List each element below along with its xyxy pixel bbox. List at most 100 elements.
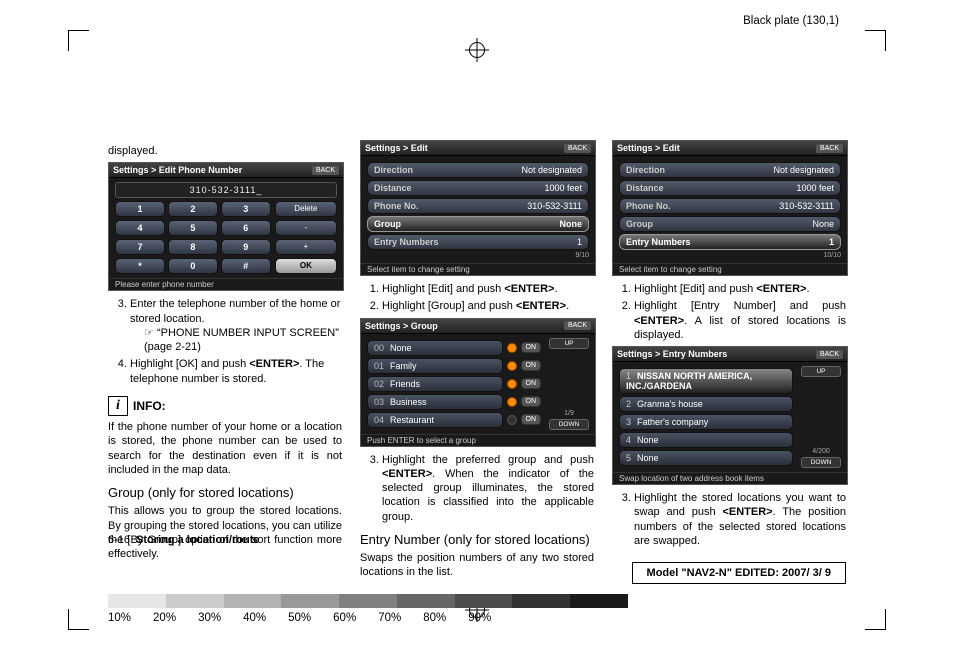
footer: 6-16 Storing a location/route (108, 534, 846, 546)
entry-item-4[interactable]: 4None (619, 432, 793, 448)
percent-labels: 10% 20% 30% 40% 50% 60% 70% 80% 90% (108, 612, 491, 624)
text-displayed: displayed. (108, 144, 342, 158)
indicator-icon (507, 415, 517, 425)
crop-mark-br (865, 609, 886, 630)
hint-text: Select item to change setting (613, 263, 847, 275)
entry-body: Swaps the position numbers of any two st… (360, 551, 594, 580)
key-3[interactable]: 3 (221, 201, 271, 217)
key-8[interactable]: 8 (168, 239, 218, 255)
key-6[interactable]: 6 (221, 220, 271, 236)
entry-item-3[interactable]: 3Father's company (619, 414, 793, 430)
group-item-00[interactable]: 00None (367, 340, 503, 356)
step-1: Highlight [Edit] and push <ENTER>. (634, 282, 846, 296)
field-direction[interactable]: DirectionNot designated (367, 162, 589, 178)
down-button[interactable]: DOWN (801, 457, 841, 468)
count: 9/10 (367, 252, 589, 259)
indicator-icon (507, 379, 517, 389)
info-label: INFO: (133, 399, 166, 413)
delete-button[interactable]: Delete (275, 201, 337, 217)
key-hash[interactable]: # (221, 258, 271, 274)
hint-text: Swap location of two address book items (613, 472, 847, 484)
on-toggle[interactable]: ON (521, 414, 542, 425)
model-edited: Model "NAV2-N" EDITED: 2007/ 3/ 9 (632, 562, 846, 584)
registration-mark-top (465, 38, 489, 62)
up-button[interactable]: UP (549, 338, 589, 349)
column-3: Settings > Edit BACK DirectionNot design… (612, 140, 846, 584)
field-distance[interactable]: Distance1000 feet (367, 180, 589, 196)
hand-icon: ☞ (144, 327, 154, 339)
hint-text: Select item to change setting (361, 263, 595, 275)
entry-item-5[interactable]: 5None (619, 450, 793, 466)
back-button[interactable]: BACK (312, 166, 339, 175)
field-phone[interactable]: Phone No.310-532-3111 (367, 198, 589, 214)
key-2[interactable]: 2 (168, 201, 218, 217)
field-list: DirectionNot designated Distance1000 fee… (367, 160, 589, 259)
entry-list: 1NISSAN NORTH AMERICA, INC./GARDENA 2Gra… (619, 366, 793, 468)
plus-button[interactable]: + (275, 239, 337, 255)
breadcrumb: Settings > Edit (365, 143, 428, 153)
count: 4/200 (801, 448, 841, 455)
minus-button[interactable]: - (275, 220, 337, 236)
hint-text: Please enter phone number (109, 278, 343, 290)
count: 10/10 (619, 252, 841, 259)
page-number: 6-16 (108, 534, 130, 546)
screenshot-settings-edit-entry: Settings > Edit BACK DirectionNot design… (612, 140, 848, 276)
group-item-01[interactable]: 01Family (367, 358, 503, 374)
step-3: Highlight the preferred group and push <… (382, 453, 594, 524)
back-button[interactable]: BACK (816, 350, 843, 359)
key-4[interactable]: 4 (115, 220, 165, 236)
group-list: 00None ON 01Family ON 02Friends ON 03Busine… (367, 338, 541, 430)
key-0[interactable]: 0 (168, 258, 218, 274)
screenshot-settings-group: Settings > Group BACK 00None ON 01Family O… (360, 318, 596, 447)
field-entry-numbers[interactable]: Entry Numbers1 (367, 234, 589, 250)
step-1: Highlight [Edit] and push <ENTER>. (382, 282, 594, 296)
key-9[interactable]: 9 (221, 239, 271, 255)
entry-item-1[interactable]: 1NISSAN NORTH AMERICA, INC./GARDENA (619, 368, 793, 394)
field-direction[interactable]: DirectionNot designated (619, 162, 841, 178)
on-toggle[interactable]: ON (521, 342, 542, 353)
back-button[interactable]: BACK (564, 321, 591, 330)
keypad: 1 2 3 4 5 6 7 8 (115, 201, 271, 274)
field-group[interactable]: GroupNone (619, 216, 841, 232)
screenshot-entry-numbers: Settings > Entry Numbers BACK 1NISSAN NO… (612, 346, 848, 485)
group-item-02[interactable]: 02Friends (367, 376, 503, 392)
group-body: This allows you to group the stored loca… (108, 504, 342, 561)
back-button[interactable]: BACK (564, 144, 591, 153)
field-entry-numbers[interactable]: Entry Numbers1 (619, 234, 841, 250)
breadcrumb: Settings > Group (365, 321, 438, 331)
key-7[interactable]: 7 (115, 239, 165, 255)
plate-label: Black plate (130,1) (743, 15, 839, 27)
step-2: Highlight [Group] and push <ENTER>. (382, 299, 594, 313)
group-item-03[interactable]: 03Business (367, 394, 503, 410)
field-phone[interactable]: Phone No.310-532-3111 (619, 198, 841, 214)
back-button[interactable]: BACK (816, 144, 843, 153)
up-button[interactable]: UP (801, 366, 841, 377)
column-1: displayed. Settings > Edit Phone Number … (108, 140, 342, 584)
hint-text: Push ENTER to select a group (361, 434, 595, 446)
on-toggle[interactable]: ON (521, 378, 542, 389)
ok-button[interactable]: OK (275, 258, 337, 274)
step-4: Highlight [OK] and push <ENTER>. The tel… (130, 357, 342, 386)
info-icon: i (108, 396, 128, 416)
key-1[interactable]: 1 (115, 201, 165, 217)
count: 1/9 (549, 410, 589, 417)
field-group[interactable]: GroupNone (367, 216, 589, 232)
page: Black plate (130,1) displayed. Settings … (0, 0, 954, 660)
screenshot-settings-edit-group: Settings > Edit BACK DirectionNot design… (360, 140, 596, 276)
breadcrumb: Settings > Edit Phone Number (113, 165, 242, 175)
on-toggle[interactable]: ON (521, 360, 542, 371)
crop-mark-tr (865, 30, 886, 51)
indicator-icon (507, 397, 517, 407)
indicator-icon (507, 343, 517, 353)
key-star[interactable]: * (115, 258, 165, 274)
on-toggle[interactable]: ON (521, 396, 542, 407)
down-button[interactable]: DOWN (549, 419, 589, 430)
field-distance[interactable]: Distance1000 feet (619, 180, 841, 196)
group-item-04[interactable]: 04Restaurant (367, 412, 503, 428)
entry-item-2[interactable]: 2Granma's house (619, 396, 793, 412)
section-title: Storing a location/route (136, 534, 259, 546)
key-5[interactable]: 5 (168, 220, 218, 236)
reference-text: “PHONE NUMBER INPUT SCREEN” (page 2-21) (144, 327, 339, 353)
step-2: Highlight [Entry Number] and push <ENTER… (634, 299, 846, 342)
screenshot-edit-phone: Settings > Edit Phone Number BACK 310-53… (108, 162, 344, 291)
